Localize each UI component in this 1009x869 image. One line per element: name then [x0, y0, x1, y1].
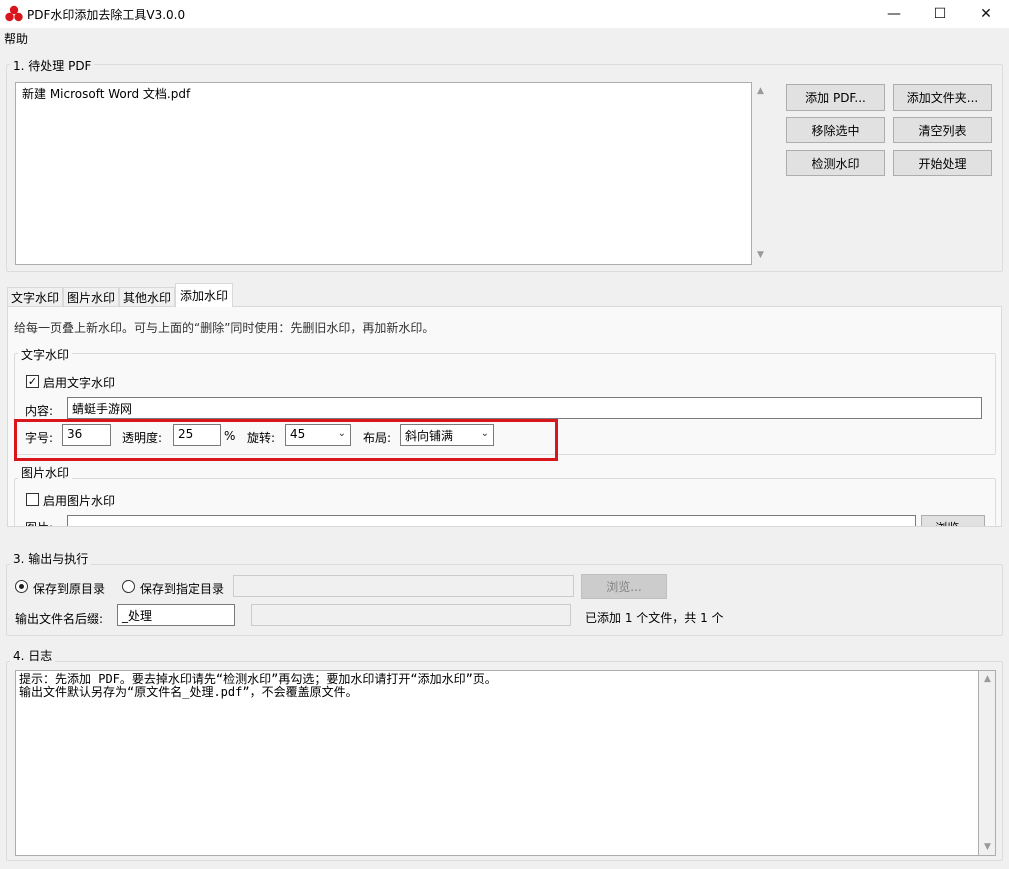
list-item[interactable]: 新建 Microsoft Word 文档.pdf [22, 85, 190, 102]
close-icon: ✕ [980, 6, 992, 22]
output-browse-button[interactable]: 浏览... [581, 574, 667, 599]
log-scrollbar[interactable]: ▲ ▼ [979, 670, 996, 856]
image-watermark-group-title: 图片水印 [18, 464, 73, 481]
progress-bar [251, 604, 571, 626]
content-label: 内容: [25, 404, 54, 418]
enable-image-watermark-label[interactable]: 启用图片水印 [43, 492, 115, 509]
add-folder-button[interactable]: 添加文件夹... [893, 84, 992, 111]
window-title: PDF水印添加去除工具V3.0.0 [27, 8, 186, 22]
suffix-input[interactable]: _处理 [117, 604, 235, 626]
close-button[interactable]: ✕ [963, 0, 1009, 28]
pdf-list-group-title: 1. 待处理 PDF [10, 57, 95, 74]
remove-selected-button[interactable]: 移除选中 [786, 117, 885, 143]
save-original-label[interactable]: 保存到原目录 [33, 580, 105, 597]
pdf-file-list[interactable]: 新建 Microsoft Word 文档.pdf [15, 82, 752, 265]
save-custom-label[interactable]: 保存到指定目录 [140, 580, 224, 597]
app-logo-icon [5, 5, 23, 22]
checkmark-icon: ✓ [27, 375, 38, 388]
minimize-icon: — [887, 6, 901, 22]
add-pdf-button[interactable]: 添加 PDF... [786, 84, 885, 111]
text-watermark-group-title: 文字水印 [18, 346, 73, 363]
log-line: 输出文件默认另存为“原文件名_处理.pdf”，不会覆盖原文件。 [19, 685, 358, 699]
output-group-title: 3. 输出与执行 [10, 550, 92, 567]
tab-image-watermark[interactable]: 图片水印 [63, 287, 119, 307]
enable-image-watermark-checkbox[interactable] [26, 493, 39, 506]
scroll-up-icon[interactable]: ▲ [979, 674, 996, 684]
image-label: 图片: [25, 519, 53, 526]
minimize-button[interactable]: — [871, 0, 917, 28]
status-text: 已添加 1 个文件，共 1 个 [585, 611, 724, 625]
maximize-icon: ☐ [933, 6, 947, 22]
save-custom-radio[interactable] [122, 580, 135, 593]
log-group-title: 4. 日志 [10, 647, 56, 664]
scroll-up-icon[interactable]: ▲ [752, 86, 769, 96]
output-dir-input[interactable] [233, 575, 574, 597]
enable-text-watermark-checkbox[interactable]: ✓ [26, 375, 39, 388]
add-watermark-panel: 给每一页叠上新水印。可与上面的“删除”同时使用：先删旧水印，再加新水印。 文字水… [7, 306, 1002, 527]
title-bar: PDF水印添加去除工具V3.0.0 — ☐ ✕ [0, 0, 1009, 28]
tab-other-watermark[interactable]: 其他水印 [119, 287, 175, 307]
start-process-button[interactable]: 开始处理 [893, 150, 992, 176]
suffix-label: 输出文件名后缀: [15, 612, 104, 626]
menu-bar: 帮助 [0, 28, 1009, 46]
tab-text-watermark[interactable]: 文字水印 [7, 287, 63, 307]
clear-list-button[interactable]: 清空列表 [893, 117, 992, 143]
image-path-input[interactable] [67, 515, 916, 526]
add-watermark-hint: 给每一页叠上新水印。可与上面的“删除”同时使用：先删旧水印，再加新水印。 [14, 321, 435, 335]
enable-text-watermark-label[interactable]: 启用文字水印 [43, 374, 115, 391]
log-textarea[interactable]: 提示：先添加 PDF。要去掉水印请先“检测水印”再勾选；要加水印请打开“添加水印… [15, 670, 979, 856]
save-original-radio[interactable] [15, 580, 28, 593]
detect-watermark-button[interactable]: 检测水印 [786, 150, 885, 176]
image-browse-button[interactable]: 浏览... [921, 515, 985, 526]
scroll-down-icon[interactable]: ▼ [979, 842, 996, 852]
file-list-scrollbar[interactable]: ▲ ▼ [752, 82, 770, 265]
highlight-box [14, 419, 558, 461]
menu-help[interactable]: 帮助 [4, 30, 28, 47]
scroll-down-icon[interactable]: ▼ [752, 250, 769, 260]
maximize-button[interactable]: ☐ [917, 0, 963, 28]
tab-add-watermark[interactable]: 添加水印 [175, 283, 233, 307]
content-input[interactable]: 蜻蜓手游网 [67, 397, 982, 419]
